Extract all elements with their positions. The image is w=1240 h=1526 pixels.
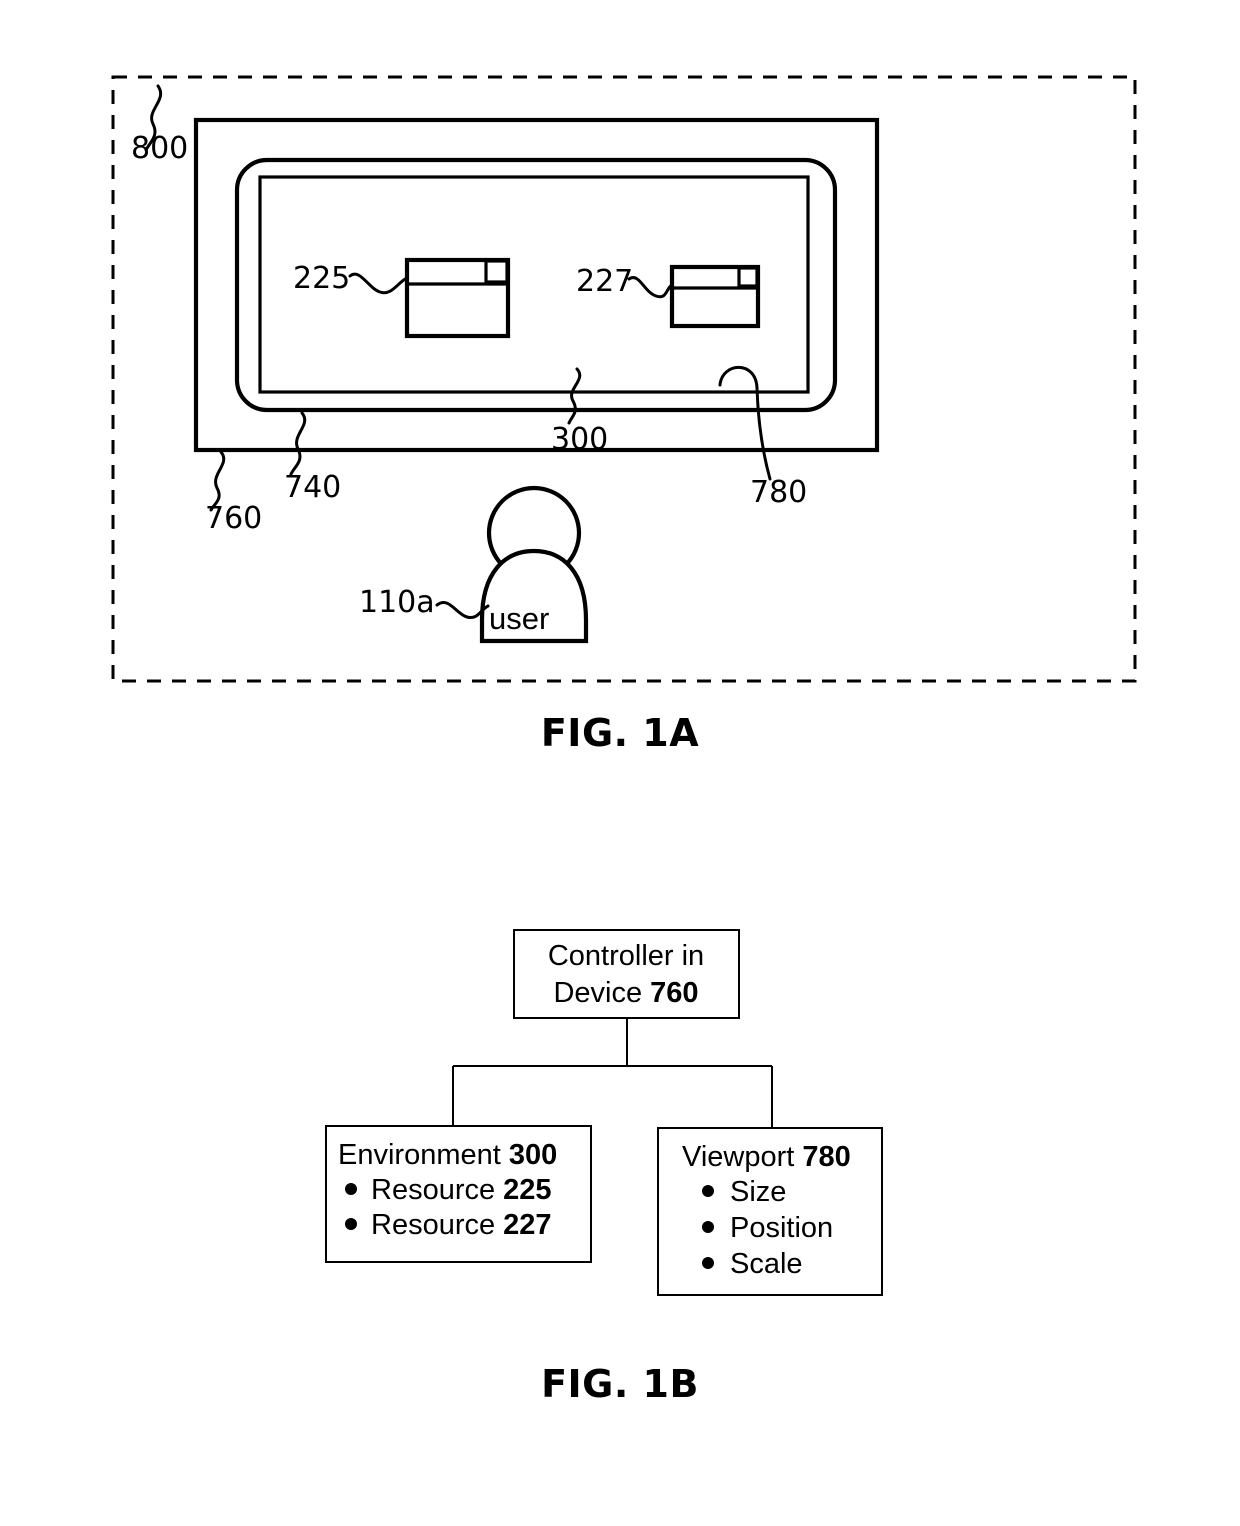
environment-title-prefix: Environment — [338, 1139, 509, 1171]
controller-line2: Device 760 — [553, 977, 698, 1009]
user-figure-110a: user — [479, 485, 589, 644]
node-viewport: Viewport 780 Size Position Scale — [657, 1127, 883, 1296]
fig-1b-group: Controller in Device 760 Environment 300 — [325, 929, 883, 1406]
viewport-title-prefix: Viewport — [682, 1141, 802, 1173]
bullet-dot-icon — [345, 1183, 357, 1195]
viewport-item-0: Size — [730, 1176, 786, 1208]
bullet-dot-icon — [702, 1185, 714, 1197]
label-300: 300 — [551, 422, 608, 457]
label-225: 225 — [293, 261, 350, 296]
resource-window-227 — [669, 264, 761, 329]
label-760: 760 — [205, 501, 262, 536]
bullet-dot-icon — [702, 1257, 714, 1269]
viewport-title: Viewport 780 — [682, 1141, 851, 1173]
controller-line1: Controller in — [548, 940, 704, 972]
resource-window-225 — [404, 257, 511, 339]
environment-item-0-ref: 225 — [503, 1174, 551, 1206]
node-controller: Controller in Device 760 — [513, 929, 740, 1019]
fig-1a-caption: FIG. 1A — [541, 711, 699, 755]
user-label: user — [489, 601, 549, 636]
label-110a: 110a — [359, 585, 435, 620]
environment-item-1-ref: 227 — [503, 1209, 551, 1241]
controller-line2-ref: 760 — [650, 977, 698, 1009]
node-environment: Environment 300 Resource 225 Resource 22… — [325, 1125, 592, 1263]
environment-item-0: Resource 225 — [371, 1174, 552, 1206]
tree-connectors — [452, 1018, 773, 1128]
label-800: 800 — [131, 131, 188, 166]
environment-title: Environment 300 — [338, 1139, 557, 1171]
controller-line2-prefix: Device — [553, 977, 650, 1009]
environment-item-0-prefix: Resource — [371, 1174, 503, 1206]
label-780: 780 — [750, 475, 807, 510]
figure-canvas: 800 225 227 300 740 760 780 user 110a FI… — [111, 75, 1137, 1406]
bullet-dot-icon — [702, 1221, 714, 1233]
resource-227-window-button — [737, 266, 759, 288]
viewport-item-1: Position — [730, 1212, 833, 1244]
bullet-dot-icon — [345, 1218, 357, 1230]
label-227: 227 — [576, 264, 633, 299]
environment-item-1-prefix: Resource — [371, 1209, 503, 1241]
viewport-item-2: Scale — [730, 1248, 803, 1280]
resource-225-window-button — [484, 259, 509, 284]
label-740: 740 — [284, 470, 341, 505]
patent-figure-sheet: 800 225 227 300 740 760 780 user 110a FI… — [0, 0, 1240, 1526]
viewport-title-ref: 780 — [802, 1141, 850, 1173]
fig-1b-caption: FIG. 1B — [541, 1362, 699, 1406]
environment-item-1: Resource 227 — [371, 1209, 552, 1241]
environment-title-ref: 300 — [509, 1139, 557, 1171]
fig-1a-group: 800 225 227 300 740 760 780 user 110a FI… — [111, 75, 1137, 755]
